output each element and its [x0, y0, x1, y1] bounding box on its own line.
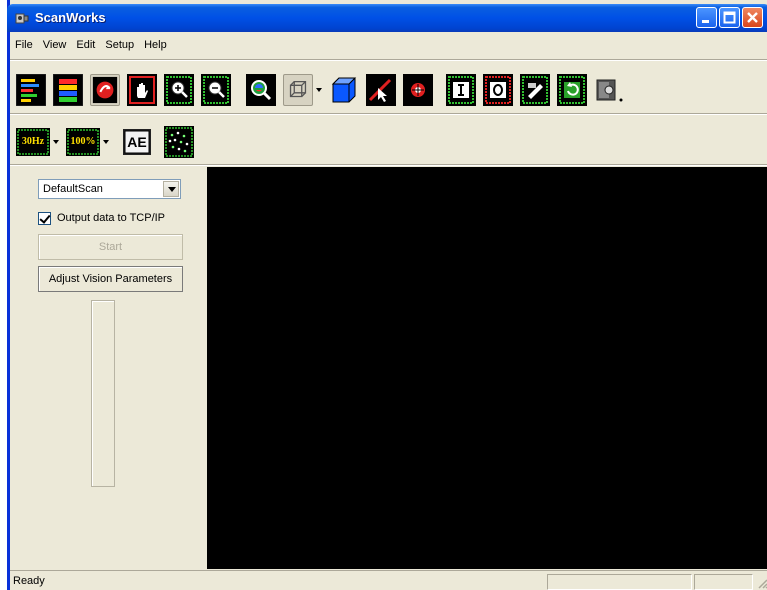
colored-bars-button[interactable] [16, 74, 46, 106]
undo-button[interactable] [557, 74, 587, 106]
zoom-in-icon [164, 74, 194, 106]
zoom-fit-button[interactable] [246, 74, 276, 106]
pan-hand-button[interactable] [127, 74, 157, 106]
start-button[interactable]: Start [38, 234, 183, 260]
divider [10, 59, 767, 61]
percent-dropdown-arrow[interactable] [102, 126, 110, 158]
camera-button[interactable] [594, 74, 624, 106]
status-text: Ready [13, 575, 45, 587]
minimize-button[interactable] [696, 7, 717, 28]
auto-exposure-button[interactable]: AE [122, 126, 152, 158]
zoom-fit-icon [246, 74, 276, 106]
close-icon [747, 12, 758, 23]
target-button[interactable] [403, 74, 433, 106]
status-pane [547, 574, 692, 590]
rate-button[interactable]: 30Hz [16, 126, 50, 158]
close-button[interactable] [742, 7, 763, 28]
divider [10, 164, 767, 166]
paint-button[interactable] [520, 74, 550, 106]
percent-button[interactable]: 100% [66, 126, 100, 158]
menu-setup[interactable]: Setup [100, 36, 139, 56]
control-panel: DefaultScan Output data to TCP/IP Start … [10, 167, 207, 569]
rotate-view-button[interactable] [90, 74, 120, 106]
resize-grip-icon[interactable] [756, 577, 767, 589]
vertical-slider[interactable] [91, 300, 115, 487]
scan-viewport[interactable] [207, 167, 767, 569]
menu-file[interactable]: File [10, 36, 38, 56]
input-icon [446, 74, 476, 106]
solid-cube-button[interactable] [329, 74, 359, 106]
tcp-output-label: Output data to TCP/IP [57, 212, 166, 224]
color-stack-button[interactable] [53, 74, 83, 106]
maximize-icon [723, 11, 736, 24]
point-cloud-icon [164, 126, 194, 158]
tcp-output-option[interactable]: Output data to TCP/IP [38, 210, 165, 226]
app-window: ScanWorks File View Edit Setup Help 30Hz… [7, 0, 767, 590]
output-button[interactable] [483, 74, 513, 106]
main-toolbar [16, 64, 631, 116]
minimize-icon [702, 20, 709, 23]
scan-select-value: DefaultScan [43, 183, 103, 195]
window-title: ScanWorks [35, 10, 106, 25]
percent-label: 100% [70, 136, 96, 147]
colored-bars-icon [16, 74, 46, 106]
rotate-view-icon [92, 76, 118, 104]
wireframe-cube-button[interactable] [283, 74, 313, 106]
status-bar: Ready [10, 570, 767, 590]
menu-bar: File View Edit Setup Help [10, 36, 767, 56]
solid-cube-icon [331, 77, 357, 103]
input-button[interactable] [446, 74, 476, 106]
paint-icon [520, 74, 550, 106]
zoom-in-button[interactable] [164, 74, 194, 106]
scan-select[interactable]: DefaultScan [38, 179, 181, 199]
point-cloud-button[interactable] [164, 126, 194, 158]
chevron-down-icon[interactable] [163, 181, 179, 197]
undo-icon [557, 74, 587, 106]
status-pane [694, 574, 753, 590]
pan-hand-icon [127, 74, 157, 106]
menu-help[interactable]: Help [139, 36, 172, 56]
rate-dropdown-arrow[interactable] [52, 126, 60, 158]
tcp-output-checkbox[interactable] [38, 211, 51, 225]
zoom-out-button[interactable] [201, 74, 231, 106]
view-dropdown-arrow[interactable] [315, 74, 323, 106]
divider [10, 113, 767, 115]
secondary-toolbar: 30Hz 100% AE [16, 116, 201, 168]
target-icon [403, 74, 433, 106]
camera-icon [596, 79, 623, 102]
title-bar[interactable]: ScanWorks [7, 4, 767, 32]
color-stack-icon [53, 74, 83, 106]
rate-label: 30Hz [21, 136, 45, 147]
wireframe-cube-icon [289, 80, 307, 98]
menu-edit[interactable]: Edit [71, 36, 100, 56]
adjust-vision-button[interactable]: Adjust Vision Parameters [38, 266, 183, 292]
output-icon [483, 74, 513, 106]
pointer-button[interactable] [366, 74, 396, 106]
menu-view[interactable]: View [38, 36, 72, 56]
maximize-button[interactable] [719, 7, 740, 28]
scanner-icon [15, 13, 29, 24]
ae-label: AE [127, 134, 147, 150]
zoom-out-icon [201, 74, 231, 106]
pointer-icon [366, 74, 396, 106]
